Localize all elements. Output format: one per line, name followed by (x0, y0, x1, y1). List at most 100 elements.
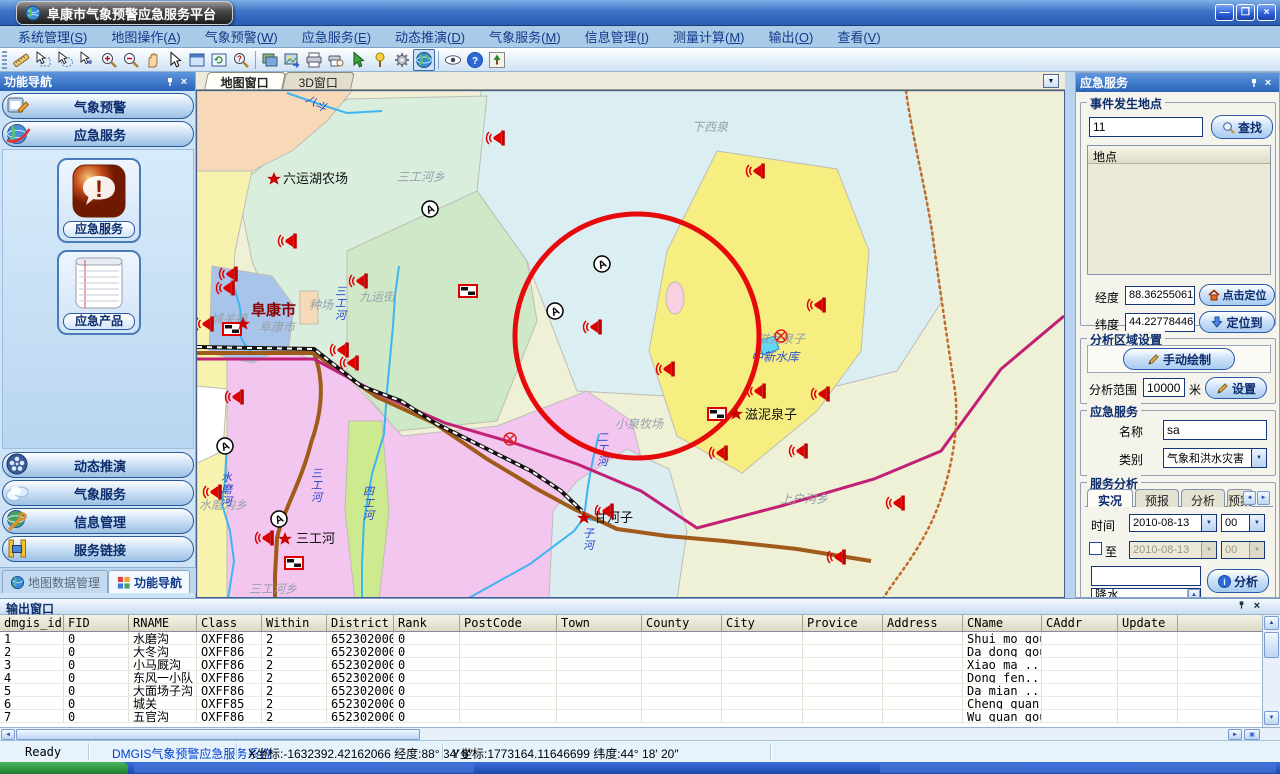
map-tab-1[interactable]: 3D窗口 (282, 72, 355, 89)
zoom-in-icon[interactable] (98, 49, 120, 71)
group-button-top-0[interactable]: 气象预警 (2, 93, 194, 119)
menu-O[interactable]: 输出(O) (757, 24, 826, 49)
col-header-Class[interactable]: Class (197, 615, 262, 631)
analysis-tab-2[interactable]: 分析 (1181, 489, 1225, 507)
print-icon[interactable] (303, 49, 325, 71)
date2-select[interactable]: 2010-08-13▼ (1129, 541, 1217, 559)
col-header-RNAME[interactable]: RNAME (129, 615, 197, 631)
table-row[interactable]: 60城关OXFF8526523020000Cheng guan (0, 697, 1262, 710)
station-icon[interactable]: A (594, 256, 610, 272)
select-lasso-icon[interactable] (54, 49, 76, 71)
close-icon[interactable]: × (1254, 600, 1260, 612)
station-icon[interactable]: A (271, 511, 287, 527)
big-button-notepad[interactable]: 应急产品 (57, 250, 141, 335)
menu-D[interactable]: 动态推演(D) (383, 24, 477, 49)
col-header-CAddr[interactable]: CAddr (1042, 615, 1118, 631)
group-button-bottom-1[interactable]: 气象服务 (2, 480, 194, 506)
station-icon[interactable]: A (547, 303, 563, 319)
col-header-FID[interactable]: FID (64, 615, 129, 631)
col-header-Town[interactable]: Town (557, 615, 642, 631)
group-button-top-1[interactable]: 应急服务 (2, 121, 194, 147)
element-filter-box[interactable] (1091, 566, 1201, 586)
map-tab-dropdown-button[interactable]: ▼ (1043, 74, 1059, 88)
group-button-bottom-2[interactable]: 信息管理 (2, 508, 194, 534)
hour2-select[interactable]: 00▼ (1221, 541, 1265, 559)
taskbar-strip[interactable] (0, 762, 1280, 774)
refresh-view-icon[interactable] (208, 49, 230, 71)
menu-E[interactable]: 应急服务(E) (290, 24, 383, 49)
map-tab-0[interactable]: 地图窗口 (204, 72, 286, 89)
globe-active-icon[interactable] (413, 49, 435, 71)
menu-S[interactable]: 系统管理(S) (6, 24, 99, 49)
minimize-button[interactable]: — (1215, 4, 1234, 21)
zoom-out-icon[interactable] (120, 49, 142, 71)
legend-tree-icon[interactable] (486, 49, 508, 71)
big-button-alert[interactable]: !应急服务 (57, 158, 141, 243)
identify-icon[interactable]: ? (230, 49, 252, 71)
col-header-Update[interactable]: Update (1118, 615, 1178, 631)
pin-icon[interactable] (163, 75, 177, 89)
eye-icon[interactable] (442, 49, 464, 71)
menu-W[interactable]: 气象预警(W) (193, 24, 290, 49)
tab-scroll-right-button[interactable]: ► (1257, 491, 1270, 505)
hour-select[interactable]: 00▼ (1221, 514, 1265, 532)
table-row[interactable]: 20大冬沟OXFF8626523020000Da dong gou (0, 645, 1262, 658)
analysis-tab-1[interactable]: 预报 (1135, 489, 1179, 507)
col-header-CName[interactable]: CName (963, 615, 1042, 631)
layers-icon[interactable] (259, 49, 281, 71)
start-button-edge[interactable] (0, 762, 128, 774)
to-checkbox[interactable] (1089, 542, 1102, 555)
menu-A[interactable]: 地图操作(A) (99, 24, 192, 49)
settings-icon[interactable] (391, 49, 413, 71)
close-icon[interactable]: × (1261, 76, 1275, 90)
measure-icon[interactable] (10, 49, 32, 71)
pin-icon[interactable] (1247, 76, 1261, 90)
col-header-Within[interactable]: Within (262, 615, 327, 631)
horizontal-scrollbar[interactable]: ◄ ► ▣ (0, 727, 1280, 741)
menu-M[interactable]: 气象服务(M) (477, 24, 573, 49)
flag-icon[interactable] (285, 557, 303, 569)
date-select[interactable]: 2010-08-13▼ (1129, 514, 1217, 532)
col-header-PostCode[interactable]: PostCode (460, 615, 557, 631)
restore-button[interactable]: ❐ (1236, 4, 1255, 21)
col-header-District[interactable]: District (327, 615, 394, 631)
element-list-item-0[interactable]: 降水 (1092, 589, 1187, 598)
locate-to-button[interactable]: 定位到 (1199, 311, 1275, 333)
group-button-bottom-3[interactable]: 服务链接 (2, 536, 194, 562)
col-header-Address[interactable]: Address (883, 615, 963, 631)
select-point-icon[interactable] (76, 49, 98, 71)
pointer-icon[interactable] (164, 49, 186, 71)
service-type-select[interactable]: 气象和洪水灾害 ▼ (1163, 448, 1267, 468)
toolbar-grip[interactable] (2, 51, 7, 69)
col-header-County[interactable]: County (642, 615, 722, 631)
vertical-scrollbar[interactable]: ▲ ▼ (1262, 615, 1280, 727)
latitude-input[interactable]: 44.22778446 (1125, 313, 1195, 332)
export-image-icon[interactable] (281, 49, 303, 71)
longitude-input[interactable]: 88.36255061 (1125, 286, 1195, 305)
map-canvas[interactable]: 六运湖农场三工河乡下西泉九运街种场城关镇阜康市阜康市滋泥泉子中新水库滋泥泉子小泉… (196, 90, 1065, 598)
manual-draw-button[interactable]: 手动绘制 (1123, 348, 1235, 370)
pin-icon[interactable] (1237, 600, 1246, 612)
tab-scroll-left-button[interactable]: ◄ (1243, 491, 1256, 505)
station-icon[interactable]: A (217, 438, 233, 454)
find-button[interactable]: 查找 (1211, 115, 1273, 139)
group-button-bottom-0[interactable]: 动态推演 (2, 452, 194, 478)
table-row[interactable]: 70五官沟OXFF8626523020000Wu guan gou (0, 710, 1262, 723)
set-range-button[interactable]: 设置 (1205, 377, 1267, 399)
location-list[interactable]: 地点 (1087, 145, 1271, 275)
flag-icon[interactable] (459, 285, 477, 297)
left-panel-tab-1[interactable]: 功能导航 (108, 570, 190, 593)
col-header-dmgis_id[interactable]: dmgis_id (0, 615, 64, 631)
left-panel-tab-0[interactable]: 地图数据管理 (2, 570, 108, 593)
analyze-button[interactable]: i 分析 (1207, 569, 1269, 593)
table-row[interactable]: 30小马厩沟OXFF8626523020000Xiao ma ... (0, 658, 1262, 671)
menu-I[interactable]: 信息管理(I) (573, 24, 661, 49)
flag-icon[interactable] (708, 408, 726, 420)
analysis-tab-0[interactable]: 实况 (1087, 489, 1133, 507)
menu-M[interactable]: 测量计算(M) (661, 24, 757, 49)
close-button[interactable]: × (1257, 4, 1276, 21)
output-table[interactable]: dmgis_idFIDRNAMEClassWithinDistrictRankP… (0, 615, 1262, 727)
go-arrow-icon[interactable] (347, 49, 369, 71)
col-header-City[interactable]: City (722, 615, 803, 631)
range-input[interactable]: 10000 (1143, 378, 1185, 397)
